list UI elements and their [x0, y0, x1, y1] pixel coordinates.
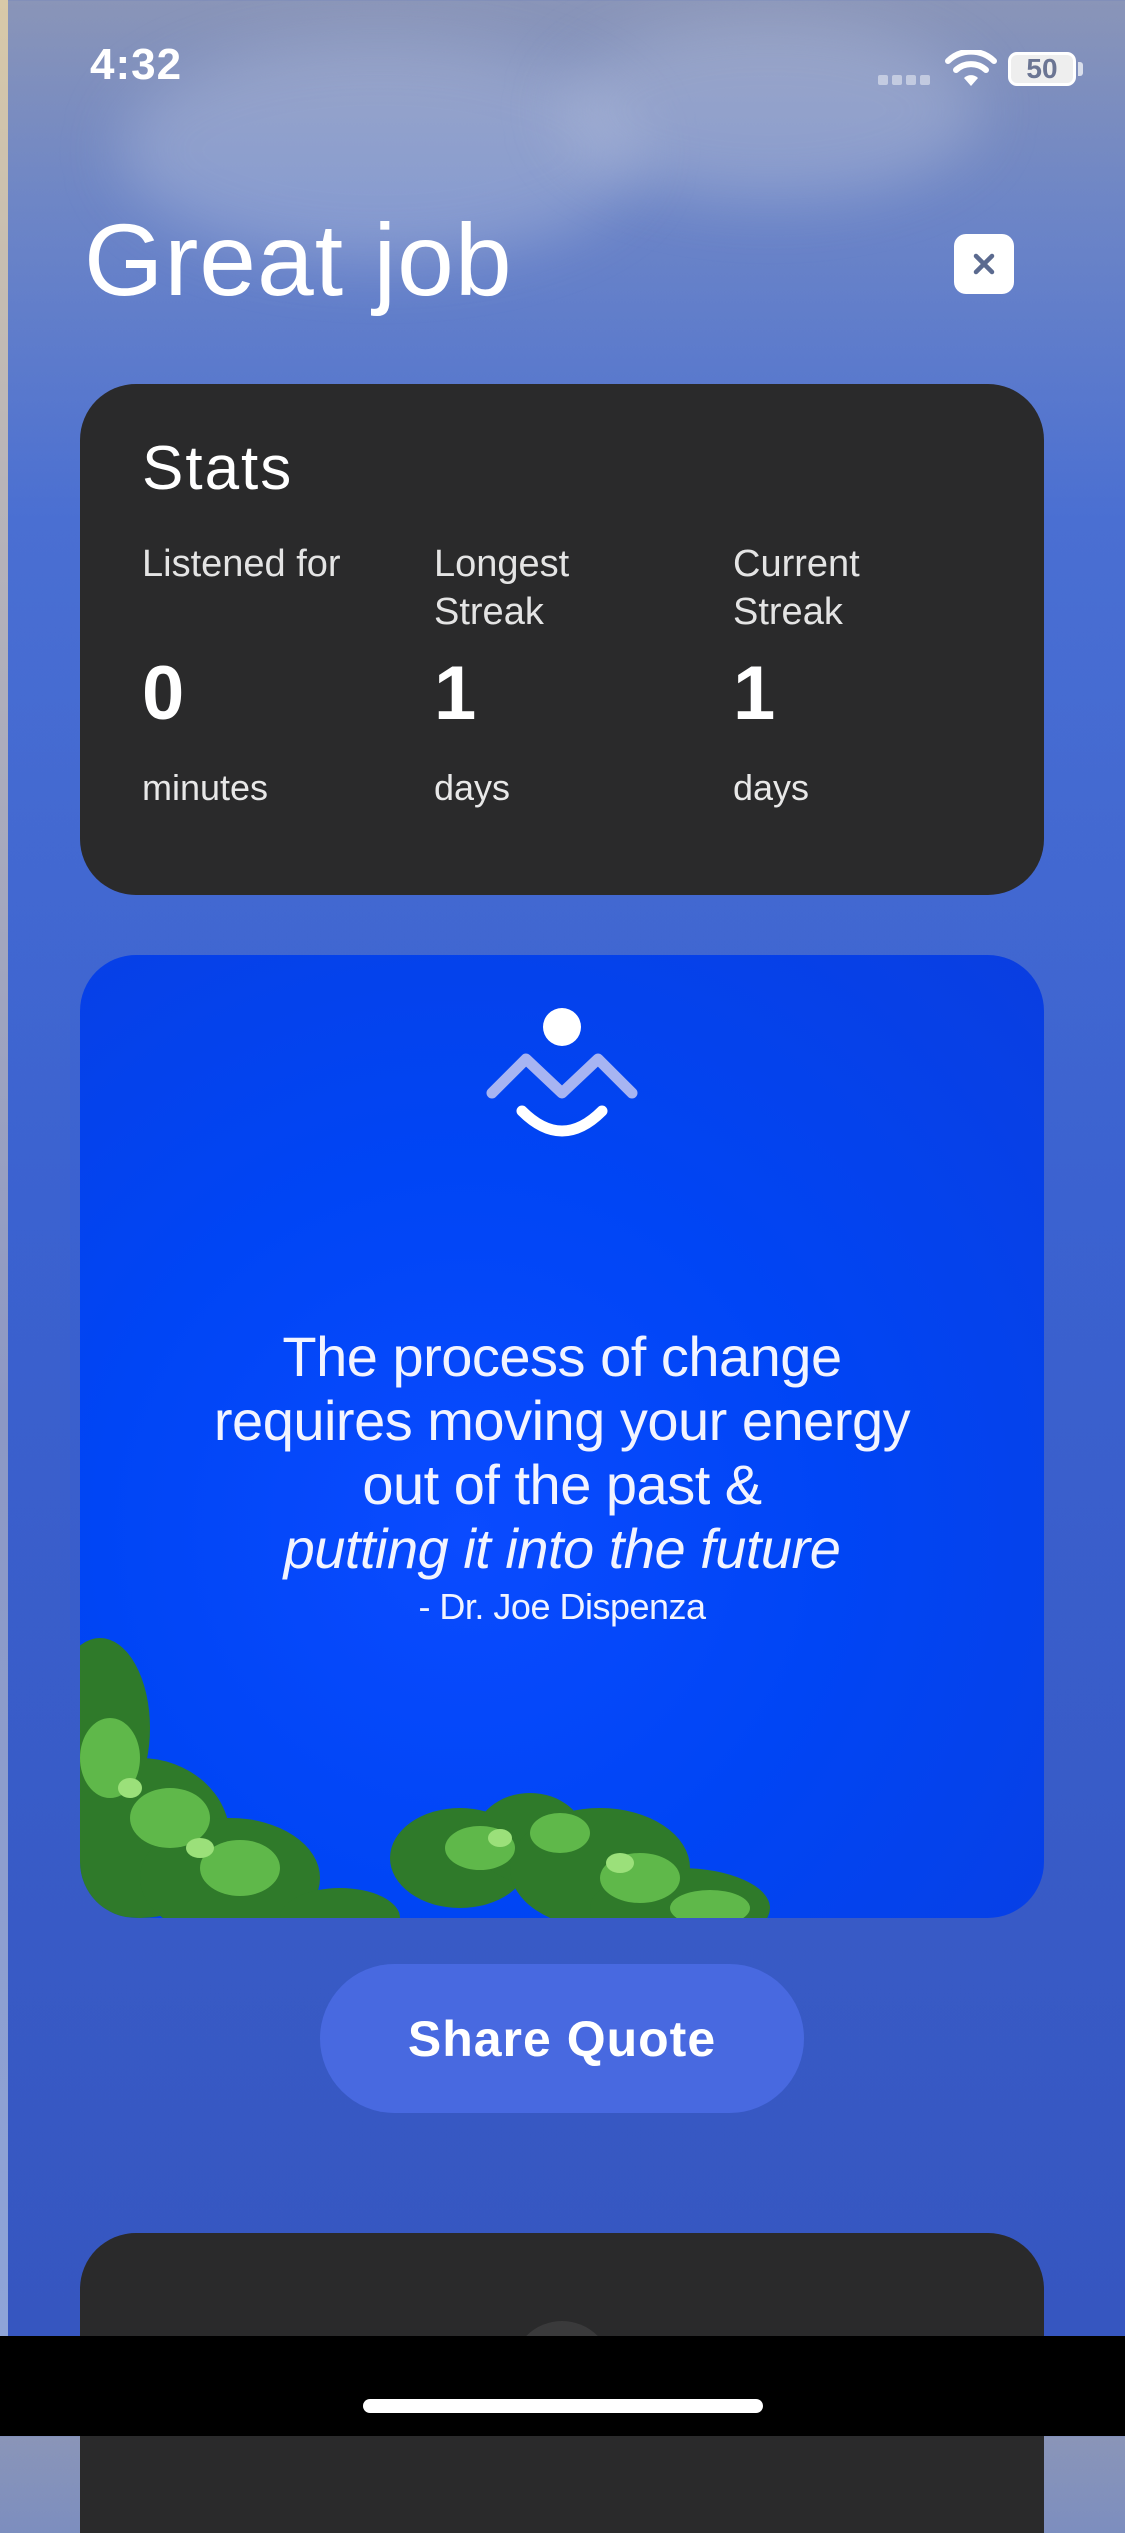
meditation-logo-icon	[486, 1008, 638, 1137]
stat-label: Longest Streak	[434, 543, 570, 633]
stat-label: Current Streak	[733, 543, 860, 633]
battery-tip	[1078, 62, 1083, 76]
home-indicator[interactable]	[363, 2399, 763, 2413]
battery-level: 50	[1026, 53, 1058, 84]
stat-unit: days	[434, 767, 511, 808]
stat-value: 1	[434, 651, 477, 736]
close-button[interactable]	[954, 234, 1014, 294]
stat-value: 1	[733, 651, 776, 736]
page-title: Great job	[84, 203, 513, 317]
quote-line: The process of change	[282, 1325, 842, 1388]
stat-label: Listened for	[142, 543, 341, 585]
stat-value: 0	[142, 651, 185, 736]
cellular-signal-icon	[878, 73, 932, 85]
stats-card: Stats Listened for 0 minutes Longest Str…	[80, 384, 1044, 895]
stat-current-streak: Current Streak 1 days	[733, 540, 933, 808]
stat-unit: days	[733, 767, 810, 808]
tree-foliage-image	[80, 1638, 770, 1918]
quote-card: The process of change requires moving yo…	[80, 955, 1044, 1918]
stats-title: Stats	[142, 434, 294, 503]
wifi-icon	[945, 50, 997, 86]
bottom-bar	[0, 2336, 1125, 2436]
stat-longest-streak: Longest Streak 1 days	[434, 540, 634, 808]
stat-listened: Listened for 0 minutes	[142, 540, 422, 808]
status-time: 4:32	[90, 40, 183, 89]
stat-unit: minutes	[142, 767, 269, 808]
battery-icon: 50	[1008, 52, 1076, 86]
close-icon	[973, 253, 995, 275]
share-quote-button[interactable]: Share Quote	[320, 1964, 804, 2113]
background-edge	[0, 0, 8, 2336]
status-bar: 4:32 50	[0, 0, 1125, 140]
